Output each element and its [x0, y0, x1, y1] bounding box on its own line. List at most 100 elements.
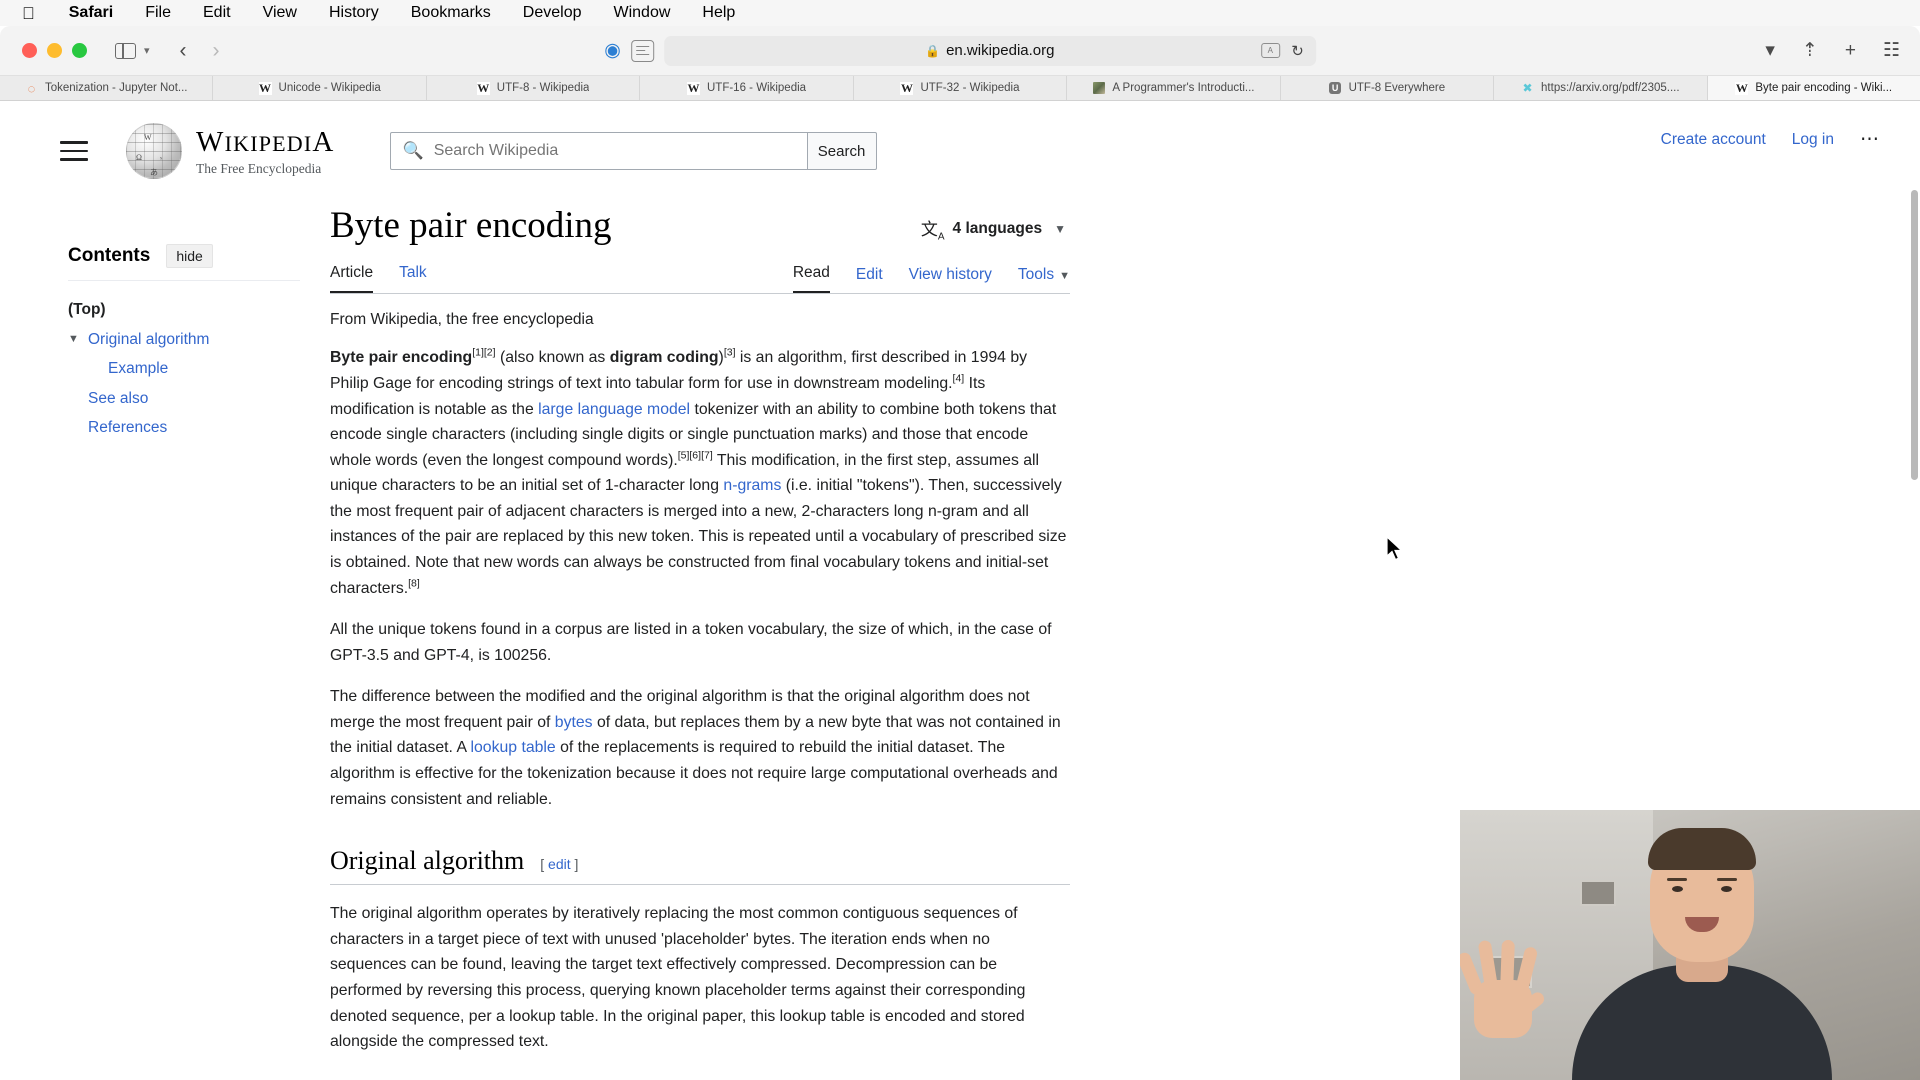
ellipsis-icon[interactable]: ⋯ — [1860, 128, 1880, 151]
close-window-button[interactable] — [22, 43, 37, 58]
toc-link[interactable]: See also — [88, 390, 148, 407]
lead-ref-5[interactable]: [8] — [408, 577, 420, 589]
browser-tab[interactable]: ✖ https://arxiv.org/pdf/2305.... — [1494, 76, 1708, 100]
browser-tab[interactable]: W UTF-8 - Wikipedia — [426, 76, 641, 100]
browser-tab[interactable]: ◌ Tokenization - Jupyter Not... — [0, 76, 214, 100]
menu-item-safari[interactable]: Safari — [53, 4, 129, 22]
menu-item-history[interactable]: History — [313, 4, 395, 22]
search-input-wrapper[interactable]: 🔍 — [389, 132, 808, 170]
menu-item-bookmarks[interactable]: Bookmarks — [395, 4, 507, 22]
menu-item-file[interactable]: File — [129, 4, 187, 22]
toc-item-see-also[interactable]: See also — [68, 384, 330, 414]
address-bar[interactable]: 🔒 en.wikipedia.org A ↻ — [663, 35, 1316, 66]
bracket-close: ] — [574, 856, 579, 873]
tab-bar: ◌ Tokenization - Jupyter Not... W Unicod… — [0, 76, 1920, 101]
reload-icon[interactable]: ↻ — [1291, 42, 1304, 60]
lead-ref-3[interactable]: [4] — [953, 373, 965, 385]
navigation-arrows: ‹ › — [180, 39, 220, 63]
menu-item-help[interactable]: Help — [686, 4, 751, 22]
tab-title: UTF-32 - Wikipedia — [920, 82, 1020, 94]
search-input[interactable] — [433, 142, 807, 160]
download-icon[interactable]: ▾ — [1765, 39, 1775, 62]
browser-tab[interactable]: W Unicode - Wikipedia — [213, 76, 427, 100]
link-n-grams[interactable]: n-grams — [723, 477, 781, 494]
paragraph-2: All the unique tokens found in a corpus … — [330, 621, 1052, 664]
macos-menu-bar:  Safari File Edit View History Bookmark… — [0, 0, 1920, 26]
apple-logo-icon[interactable]:  — [14, 5, 53, 22]
toc-link[interactable]: References — [88, 420, 167, 436]
maximize-window-button[interactable] — [72, 43, 87, 58]
lead-text-6: (i.e. initial "tokens"). Then, successiv… — [330, 477, 1067, 597]
hamburger-menu-icon[interactable] — [60, 141, 88, 161]
tab-read[interactable]: Read — [792, 264, 830, 294]
browser-toolbar: ▾ ‹ › ◉ 🔒 en.wikipedia.org A ↻ ▾ ⇡ + ☷ — [0, 26, 1920, 76]
privacy-shield-icon[interactable]: ◉ — [604, 39, 621, 62]
wikipedia-w-icon: W — [900, 81, 914, 95]
photo-icon — [1092, 82, 1105, 95]
lead-ref-2[interactable]: [3] — [724, 347, 736, 359]
tab-article[interactable]: Article — [330, 264, 374, 294]
browser-tab[interactable]: W UTF-16 - Wikipedia — [640, 76, 854, 100]
toc-divider — [68, 280, 300, 281]
section-heading-original-algorithm: Original algorithm [ edit ] — [330, 846, 1070, 886]
create-account-link[interactable]: Create account — [1661, 131, 1766, 149]
reader-view-icon[interactable] — [630, 39, 654, 62]
tab-title: UTF-8 Everywhere — [1348, 82, 1446, 94]
article-content: Byte pair encoding 文A 4 languages ▼ Arti… — [330, 204, 1330, 1080]
toc-item-references[interactable]: References — [68, 413, 330, 443]
extension-icon[interactable]: A — [1260, 43, 1280, 58]
section-1-paragraph: The original algorithm operates by itera… — [330, 905, 1026, 1051]
menu-item-edit[interactable]: Edit — [187, 4, 247, 22]
tab-tools[interactable]: Tools ▼ — [1018, 266, 1070, 293]
toc-link[interactable]: (Top) — [68, 301, 106, 318]
header-user-links: Create account Log in ⋯ — [1661, 128, 1880, 151]
toc-link[interactable]: Example — [108, 360, 168, 377]
browser-tab[interactable]: U UTF-8 Everywhere — [1280, 76, 1495, 100]
page-scrollbar[interactable] — [1911, 190, 1918, 480]
toc-link[interactable]: Original algorithm — [88, 331, 209, 348]
link-large-language-model[interactable]: large language model — [538, 401, 690, 418]
minimize-window-button[interactable] — [47, 43, 62, 58]
menu-item-window[interactable]: Window — [597, 4, 686, 22]
tab-talk[interactable]: Talk — [399, 264, 427, 293]
tab-title: Byte pair encoding - Wiki... — [1755, 82, 1893, 94]
menu-item-develop[interactable]: Develop — [507, 4, 598, 22]
chevron-down-icon[interactable]: ▼ — [68, 333, 80, 345]
wikipedia-w-icon: W — [258, 81, 272, 95]
login-link[interactable]: Log in — [1792, 131, 1834, 149]
browser-tab-active[interactable]: W Byte pair encoding - Wiki... — [1707, 76, 1920, 100]
back-button[interactable]: ‹ — [180, 39, 187, 63]
tab-overview-icon[interactable]: ☷ — [1883, 39, 1900, 62]
wikipedia-logo[interactable]: W Ω י あ WIKIPEDIA The Free Encyclopedia — [126, 123, 335, 179]
edit-label[interactable]: edit — [548, 856, 571, 872]
page-title: Byte pair encoding — [330, 205, 612, 246]
toc-item-example[interactable]: Example — [68, 354, 330, 384]
tab-view-history[interactable]: View history — [909, 266, 992, 293]
link-bytes[interactable]: bytes — [555, 714, 593, 731]
browser-tab[interactable]: A Programmer's Introducti... — [1067, 76, 1281, 100]
search-button[interactable]: Search — [806, 132, 877, 170]
share-icon[interactable]: ⇡ — [1802, 39, 1818, 62]
tab-edit[interactable]: Edit — [856, 266, 883, 293]
lead-ref-4[interactable]: [5][6][7] — [678, 449, 713, 461]
chevron-down-icon[interactable]: ▾ — [144, 44, 150, 57]
menu-item-view[interactable]: View — [247, 4, 313, 22]
url-text: en.wikipedia.org — [946, 42, 1055, 59]
search-area: 🔍 Search — [389, 132, 877, 170]
webcam-video-overlay[interactable] — [1460, 810, 1920, 1080]
sidebar-toggle-button[interactable]: ▾ — [115, 42, 150, 59]
jupyter-icon: ◌ — [27, 80, 36, 96]
toc-hide-button[interactable]: hide — [166, 244, 213, 268]
tab-title: UTF-8 - Wikipedia — [496, 82, 590, 94]
safari-window: ▾ ‹ › ◉ 🔒 en.wikipedia.org A ↻ ▾ ⇡ + ☷ ◌… — [0, 26, 1920, 1080]
link-lookup-table[interactable]: lookup table — [471, 739, 556, 756]
u-badge-icon: U — [1329, 82, 1342, 95]
browser-tab[interactable]: W UTF-32 - Wikipedia — [853, 76, 1068, 100]
toc-item-original-algorithm[interactable]: ▼ Original algorithm — [68, 325, 330, 355]
plus-icon[interactable]: + — [1845, 40, 1856, 62]
section-edit-link[interactable]: [ edit ] — [540, 856, 578, 872]
forward-button[interactable]: › — [213, 39, 220, 63]
lead-ref-1[interactable]: [1][2] — [472, 347, 495, 359]
language-selector[interactable]: 文A 4 languages ▼ — [921, 215, 1070, 248]
toc-item-top[interactable]: (Top) — [68, 295, 330, 325]
